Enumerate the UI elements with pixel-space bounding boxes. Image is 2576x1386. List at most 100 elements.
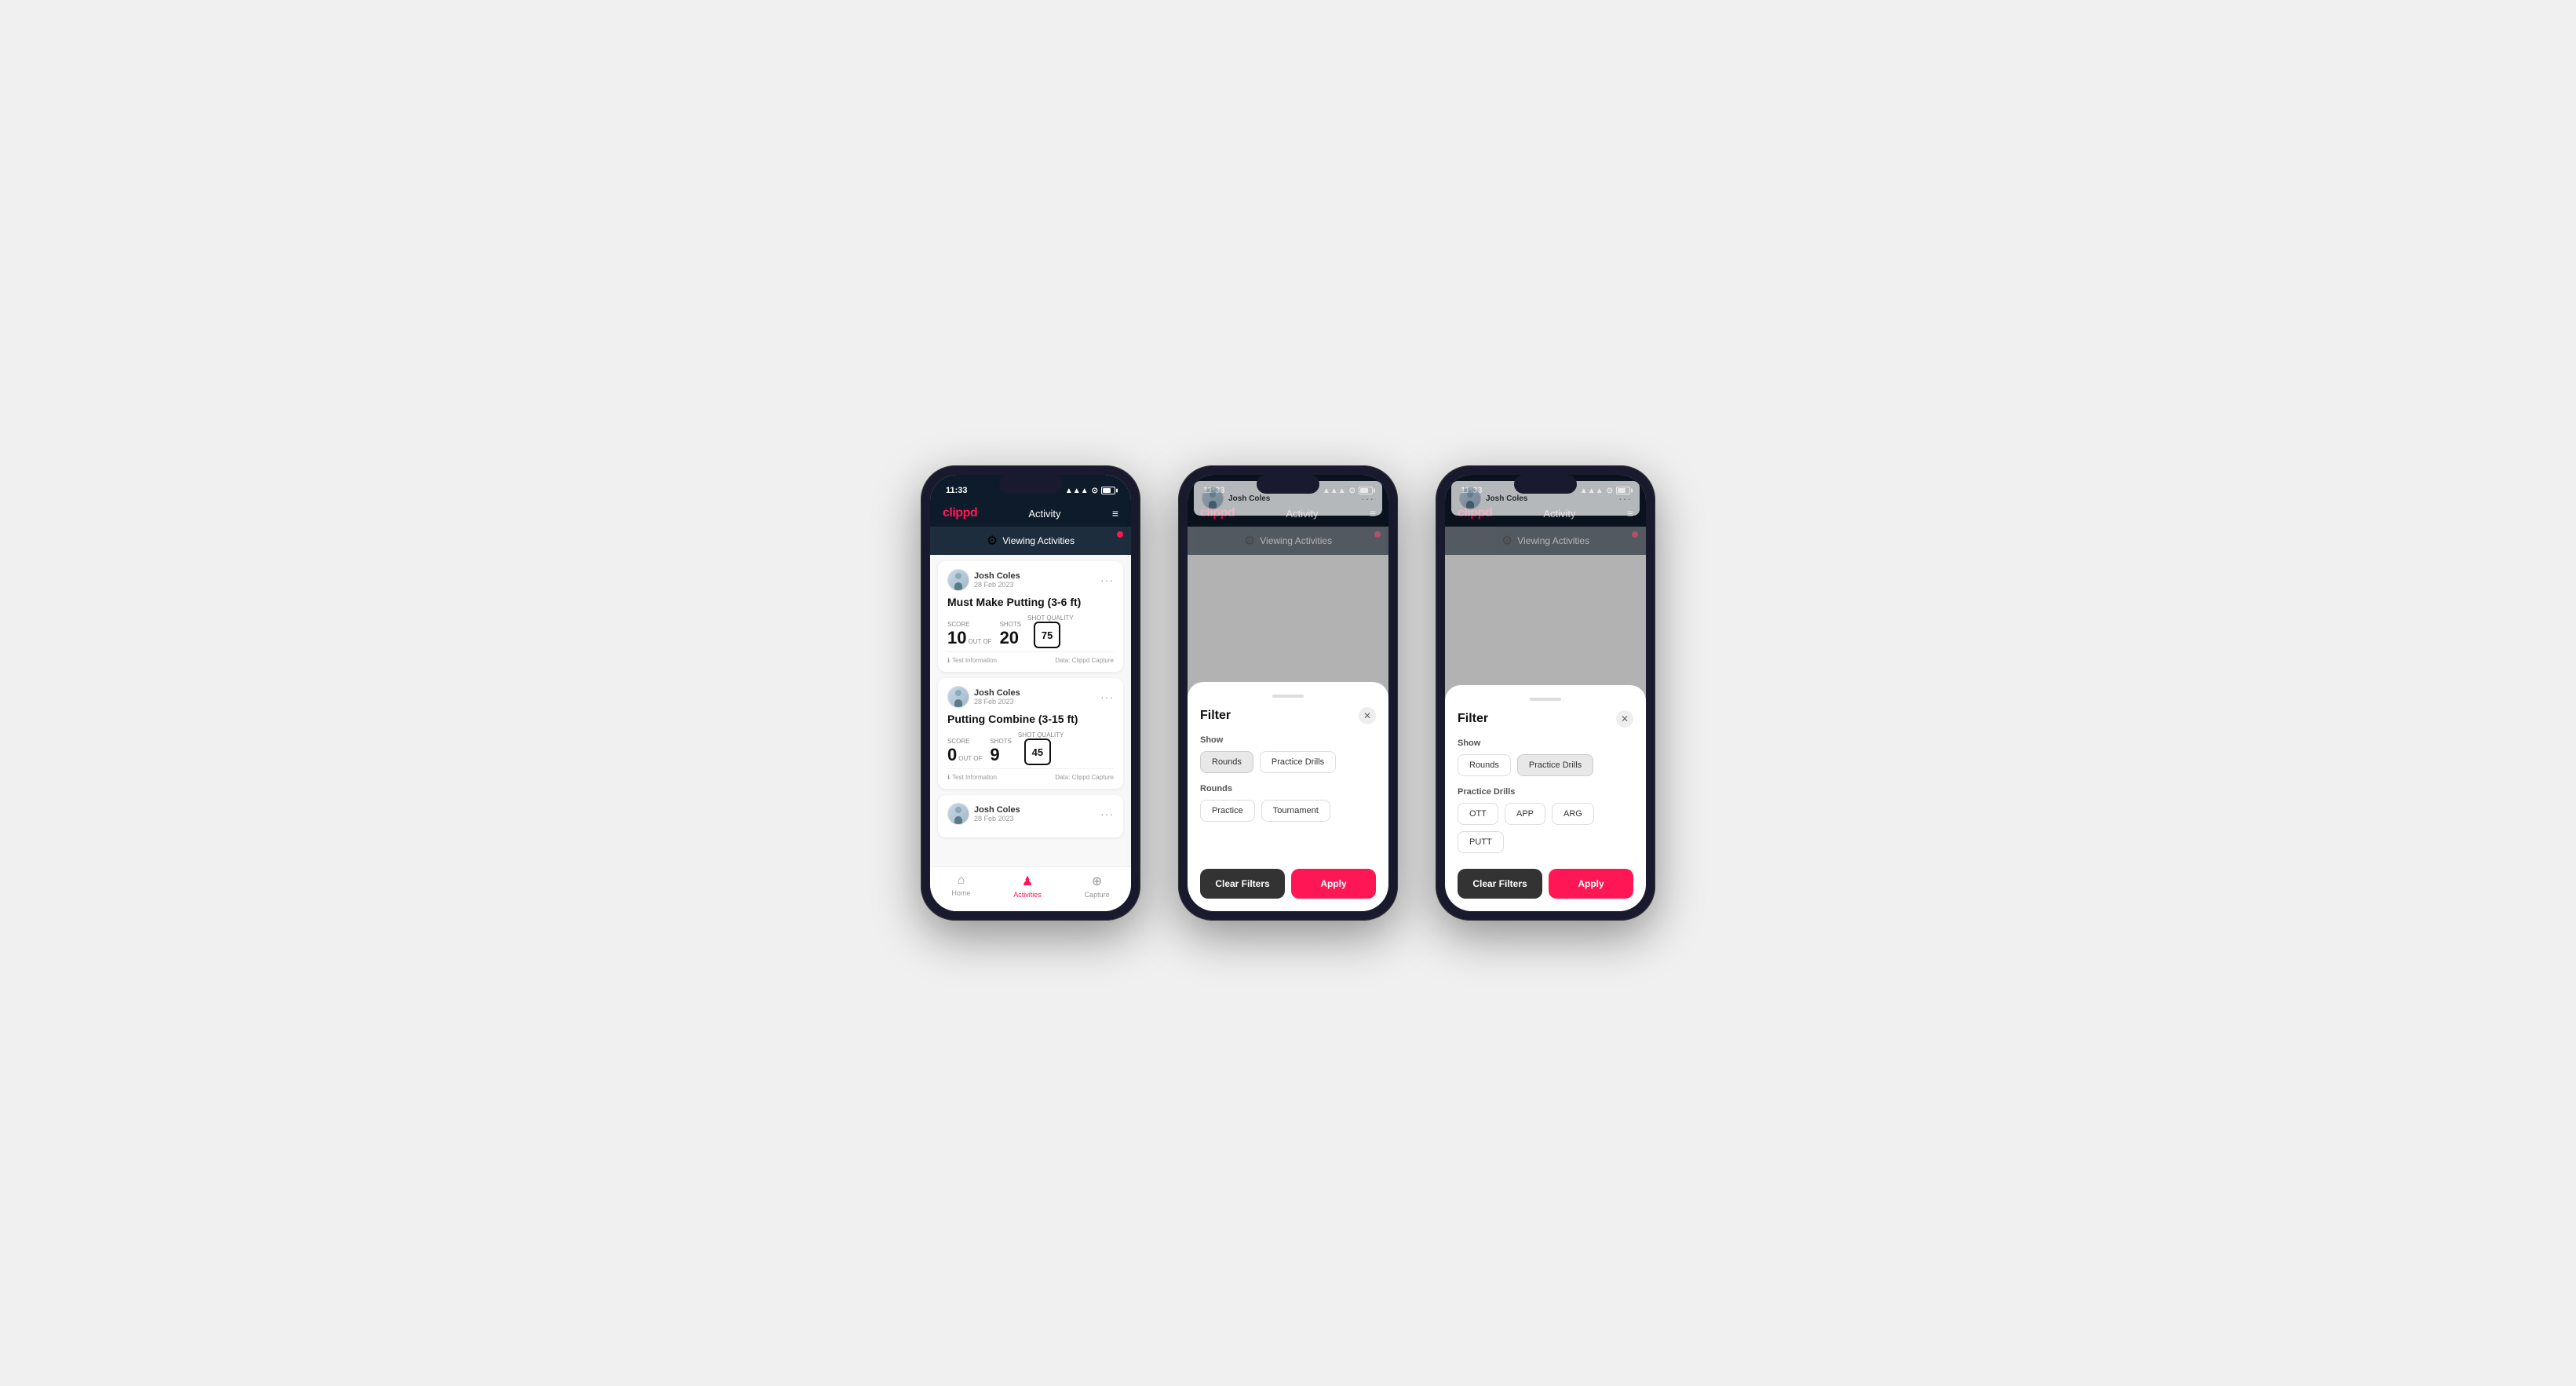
test-info-2: ℹ Test Information [947, 774, 997, 781]
phone-2: 11:33 ▲▲▲ ⊙ clippd Activity ≡ ⚙ Viewing … [1178, 465, 1398, 921]
activity-card-2[interactable]: Josh Coles 28 Feb 2023 ··· Putting Combi… [938, 678, 1123, 789]
apply-btn-3[interactable]: Apply [1549, 869, 1633, 899]
nav-bar-1: clippd Activity ≡ [930, 500, 1131, 527]
show-btn-drills-2[interactable]: Practice Drills [1260, 751, 1336, 773]
show-label-3: Show [1458, 739, 1633, 748]
activity-card-1[interactable]: Josh Coles 28 Feb 2023 ··· Must Make Put… [938, 561, 1123, 672]
user-date-1: 28 Feb 2023 [974, 581, 1020, 589]
rounds-btn-tournament-2[interactable]: Tournament [1261, 800, 1330, 822]
logo-1: clippd [943, 506, 977, 520]
more-dots-1[interactable]: ··· [1100, 574, 1114, 586]
activities-label-1: Activities [1013, 891, 1042, 899]
rounds-btn-practice-2[interactable]: Practice [1200, 800, 1255, 822]
user-info-1: Josh Coles 28 Feb 2023 [947, 569, 1020, 591]
drills-btn-ott-3[interactable]: OTT [1458, 803, 1498, 825]
outof-label-1: OUT OF [968, 638, 991, 645]
drills-btn-app-3[interactable]: APP [1505, 803, 1545, 825]
partial-user-name-2: Josh Coles [1228, 494, 1270, 503]
score-label-2: Score [947, 738, 983, 745]
card-title-1: Must Make Putting (3-6 ft) [947, 596, 1114, 608]
avatar-3 [947, 803, 969, 825]
sheet-header-2: Filter ✕ [1200, 707, 1376, 724]
rounds-label-2: Rounds [1200, 784, 1376, 793]
score-label-1: Score [947, 621, 994, 628]
time-1: 11:33 [946, 486, 968, 495]
menu-icon-1[interactable]: ≡ [1112, 507, 1118, 520]
home-icon-1: ⌂ [958, 874, 965, 888]
battery-icon-1 [1101, 487, 1115, 494]
shots-value-1: 20 [1000, 628, 1019, 647]
notch-1 [999, 475, 1062, 494]
show-btn-drills-3[interactable]: Practice Drills [1517, 754, 1593, 776]
activity-list: Josh Coles 28 Feb 2023 ··· Must Make Put… [930, 555, 1131, 866]
show-buttons-3: Rounds Practice Drills [1458, 754, 1633, 776]
close-btn-2[interactable]: ✕ [1359, 707, 1376, 724]
clear-filters-btn-3[interactable]: Clear Filters [1458, 869, 1542, 899]
show-btn-rounds-3[interactable]: Rounds [1458, 754, 1511, 776]
filter-sheet-2: Filter ✕ Show Rounds Practice Drills Rou… [1188, 682, 1388, 911]
close-btn-3[interactable]: ✕ [1616, 710, 1633, 728]
phone-1: 11:33 ▲▲▲ ⊙ clippd Activity ≡ ⚙ Viewing … [921, 465, 1140, 921]
filter-overlay-3: Josh Coles ··· Filter ✕ Show Rounds [1445, 475, 1646, 911]
partial-more-2: ··· [1361, 492, 1374, 505]
avatar-partial-2 [1202, 487, 1224, 509]
outof-label-2: OUT OF [958, 755, 982, 762]
drills-btn-arg-3[interactable]: ARG [1552, 803, 1594, 825]
sheet-title-2: Filter [1200, 709, 1231, 723]
clear-filters-btn-2[interactable]: Clear Filters [1200, 869, 1285, 899]
show-btn-rounds-2[interactable]: Rounds [1200, 751, 1253, 773]
overlay-backdrop-3: Josh Coles ··· [1445, 475, 1646, 685]
user-name-1: Josh Coles [974, 571, 1020, 581]
shot-quality-2: 45 [1024, 739, 1051, 765]
overlay-backdrop-2: Josh Coles ··· [1188, 475, 1388, 682]
activities-icon-1: ♟ [1022, 874, 1033, 889]
shotquality-label-1: Shot Quality [1027, 615, 1074, 622]
drills-btn-putt-3[interactable]: PUTT [1458, 831, 1504, 853]
nav-home-1[interactable]: ⌂ Home [951, 874, 970, 899]
bottom-nav-1: ⌂ Home ♟ Activities ⊕ Capture [930, 866, 1131, 911]
filter-sheet-3: Filter ✕ Show Rounds Practice Drills Pra… [1445, 685, 1646, 911]
wifi-icon-1: ⊙ [1092, 487, 1098, 495]
partial-more-3: ··· [1618, 492, 1632, 505]
filter-icon-1: ⚙ [987, 533, 998, 549]
more-dots-3[interactable]: ··· [1100, 808, 1114, 820]
status-icons-1: ▲▲▲ ⊙ [1065, 487, 1115, 495]
signal-icon-1: ▲▲▲ [1065, 487, 1089, 495]
sheet-handle-3 [1530, 698, 1561, 701]
score-value-1: 10 [947, 628, 966, 648]
scene: 11:33 ▲▲▲ ⊙ clippd Activity ≡ ⚙ Viewing … [889, 418, 1687, 968]
score-value-2: 0 [947, 745, 957, 765]
user-date-2: 28 Feb 2023 [974, 698, 1020, 706]
user-info-3: Josh Coles 28 Feb 2023 [947, 803, 1020, 825]
home-label-1: Home [951, 889, 970, 897]
user-info-2: Josh Coles 28 Feb 2023 [947, 686, 1020, 708]
shots-label-2: Shots [990, 738, 1012, 745]
filter-dot-1 [1117, 531, 1123, 538]
drills-label-3: Practice Drills [1458, 787, 1633, 797]
notch-3 [1514, 475, 1577, 494]
user-name-3: Josh Coles [974, 805, 1020, 815]
shotquality-label-2: Shot Quality [1018, 731, 1064, 739]
rounds-buttons-2: Practice Tournament [1200, 800, 1376, 822]
capture-icon-1: ⊕ [1092, 874, 1102, 889]
sheet-title-3: Filter [1458, 712, 1488, 726]
apply-btn-2[interactable]: Apply [1291, 869, 1376, 899]
nav-capture-1[interactable]: ⊕ Capture [1085, 874, 1110, 899]
phone-3-inner: 11:33 ▲▲▲ ⊙ clippd Activity ≡ ⚙ Viewing … [1445, 475, 1646, 911]
avatar-2 [947, 686, 969, 708]
nav-activities-1[interactable]: ♟ Activities [1013, 874, 1042, 899]
nav-title-1: Activity [1028, 508, 1060, 520]
viewing-bar-text-1: Viewing Activities [1002, 535, 1075, 546]
activity-card-3[interactable]: Josh Coles 28 Feb 2023 ··· [938, 795, 1123, 837]
filter-actions-2: Clear Filters Apply [1200, 869, 1376, 899]
sheet-header-3: Filter ✕ [1458, 710, 1633, 728]
viewing-bar-1[interactable]: ⚙ Viewing Activities [930, 527, 1131, 555]
filter-actions-3: Clear Filters Apply [1458, 869, 1633, 899]
show-buttons-2: Rounds Practice Drills [1200, 751, 1376, 773]
shots-label-1: Shots [1000, 621, 1022, 628]
data-source-2: Data: Clippd Capture [1055, 774, 1114, 781]
more-dots-2[interactable]: ··· [1100, 691, 1114, 703]
card-title-2: Putting Combine (3-15 ft) [947, 713, 1114, 725]
sheet-handle-2 [1272, 695, 1304, 698]
partial-user-name-3: Josh Coles [1486, 494, 1527, 503]
